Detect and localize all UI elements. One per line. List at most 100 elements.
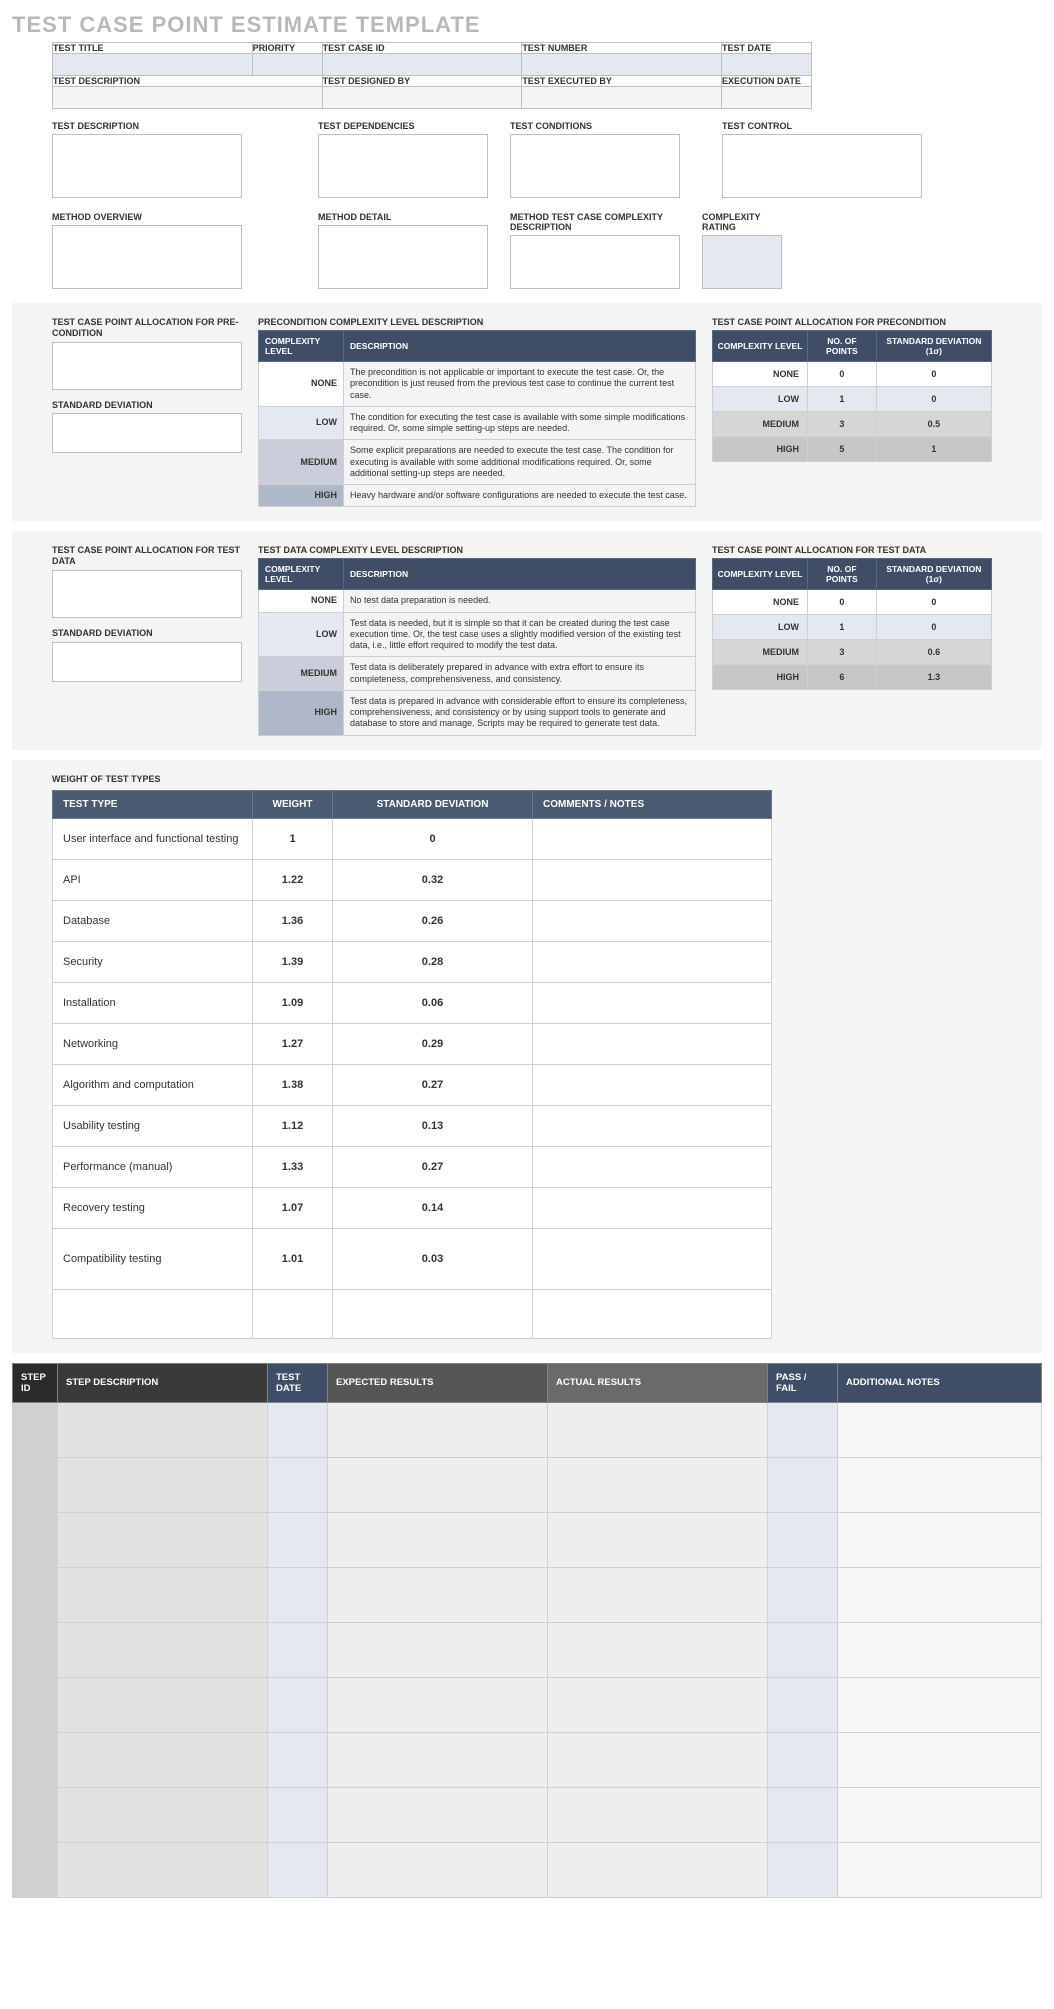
input-precond-alloc[interactable]: [52, 342, 242, 390]
cell[interactable]: [268, 1512, 328, 1567]
cell[interactable]: [13, 1512, 58, 1567]
free-row-2: METHOD OVERVIEW METHOD DETAIL METHOD TES…: [52, 212, 1042, 289]
cell[interactable]: [838, 1402, 1042, 1457]
input-test-dependencies[interactable]: [318, 134, 488, 198]
cell[interactable]: [58, 1732, 268, 1787]
cell[interactable]: [548, 1622, 768, 1677]
input-test-number[interactable]: [522, 54, 722, 76]
cell[interactable]: [768, 1732, 838, 1787]
cell[interactable]: [328, 1457, 548, 1512]
input-test-title[interactable]: [53, 54, 253, 76]
cell-comments[interactable]: [533, 1289, 772, 1338]
cell[interactable]: [328, 1402, 548, 1457]
cell[interactable]: [268, 1402, 328, 1457]
input-method-overview[interactable]: [52, 225, 242, 289]
cell[interactable]: [13, 1622, 58, 1677]
cell-comments[interactable]: [533, 982, 772, 1023]
cell[interactable]: [58, 1402, 268, 1457]
cell[interactable]: [58, 1787, 268, 1842]
cell[interactable]: [328, 1622, 548, 1677]
input-test-executed-by[interactable]: [522, 87, 722, 109]
cell-comments[interactable]: [533, 941, 772, 982]
cell[interactable]: [768, 1842, 838, 1897]
cell[interactable]: [768, 1787, 838, 1842]
cell-comments[interactable]: [533, 1064, 772, 1105]
input-free-test-description[interactable]: [52, 134, 242, 198]
cell[interactable]: [58, 1622, 268, 1677]
cell[interactable]: [58, 1567, 268, 1622]
cell[interactable]: [58, 1512, 268, 1567]
cell[interactable]: [328, 1677, 548, 1732]
cell[interactable]: [838, 1567, 1042, 1622]
cell[interactable]: [268, 1622, 328, 1677]
cell[interactable]: [838, 1732, 1042, 1787]
cell-comments[interactable]: [533, 1105, 772, 1146]
cell[interactable]: [838, 1512, 1042, 1567]
input-method-complexity-desc[interactable]: [510, 235, 680, 289]
cell[interactable]: [548, 1512, 768, 1567]
cell-level: MEDIUM: [713, 412, 808, 437]
cell[interactable]: [548, 1842, 768, 1897]
input-execution-date[interactable]: [722, 87, 812, 109]
cell[interactable]: [838, 1622, 1042, 1677]
cell[interactable]: [548, 1402, 768, 1457]
input-test-conditions[interactable]: [510, 134, 680, 198]
cell[interactable]: [58, 1677, 268, 1732]
input-testdata-stddev[interactable]: [52, 642, 242, 682]
cell-points: 1: [808, 615, 877, 640]
input-test-designed-by[interactable]: [322, 87, 522, 109]
cell[interactable]: [768, 1677, 838, 1732]
cell[interactable]: [328, 1842, 548, 1897]
cell[interactable]: [548, 1732, 768, 1787]
input-precond-stddev[interactable]: [52, 413, 242, 453]
cell[interactable]: [58, 1457, 268, 1512]
cell[interactable]: [548, 1677, 768, 1732]
cell[interactable]: [268, 1842, 328, 1897]
cell[interactable]: [548, 1567, 768, 1622]
cell[interactable]: [58, 1842, 268, 1897]
cell-comments[interactable]: [533, 1023, 772, 1064]
cell[interactable]: [838, 1842, 1042, 1897]
cell[interactable]: [13, 1842, 58, 1897]
cell[interactable]: [768, 1457, 838, 1512]
cell[interactable]: [13, 1677, 58, 1732]
cell[interactable]: [838, 1457, 1042, 1512]
cell[interactable]: [768, 1622, 838, 1677]
cell[interactable]: [328, 1787, 548, 1842]
input-testdata-alloc[interactable]: [52, 570, 242, 618]
cell-comments[interactable]: [533, 818, 772, 859]
cell[interactable]: [13, 1732, 58, 1787]
input-method-detail[interactable]: [318, 225, 488, 289]
cell[interactable]: [268, 1677, 328, 1732]
cell[interactable]: [268, 1732, 328, 1787]
cell[interactable]: [768, 1512, 838, 1567]
cell[interactable]: [268, 1457, 328, 1512]
cell[interactable]: [328, 1512, 548, 1567]
cell[interactable]: [13, 1457, 58, 1512]
th-test-type: TEST TYPE: [53, 790, 253, 818]
input-test-control[interactable]: [722, 134, 922, 198]
cell[interactable]: [548, 1457, 768, 1512]
cell[interactable]: [13, 1567, 58, 1622]
cell-comments[interactable]: [533, 1187, 772, 1228]
cell[interactable]: [13, 1402, 58, 1457]
input-complexity-rating[interactable]: [702, 235, 782, 289]
cell[interactable]: [328, 1732, 548, 1787]
cell[interactable]: [13, 1787, 58, 1842]
cell[interactable]: [768, 1402, 838, 1457]
cell[interactable]: [768, 1567, 838, 1622]
input-priority[interactable]: [252, 54, 322, 76]
input-test-case-id[interactable]: [322, 54, 522, 76]
input-test-date[interactable]: [722, 54, 812, 76]
cell[interactable]: [548, 1787, 768, 1842]
cell[interactable]: [838, 1787, 1042, 1842]
cell-comments[interactable]: [533, 1228, 772, 1289]
cell[interactable]: [268, 1787, 328, 1842]
cell[interactable]: [268, 1567, 328, 1622]
cell[interactable]: [328, 1567, 548, 1622]
cell[interactable]: [838, 1677, 1042, 1732]
input-test-description[interactable]: [53, 87, 323, 109]
cell-comments[interactable]: [533, 1146, 772, 1187]
cell-comments[interactable]: [533, 900, 772, 941]
cell-comments[interactable]: [533, 859, 772, 900]
